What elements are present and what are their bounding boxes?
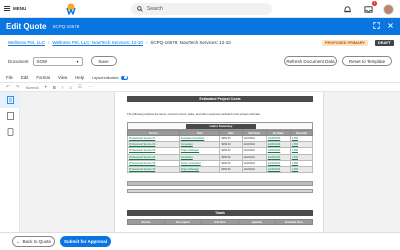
totals-header: Totals — [127, 210, 313, 216]
breadcrumb-current: SCPQ-10678: NowTech Services: 12-10 — [150, 40, 231, 45]
search-placeholder: Search — [147, 6, 163, 12]
table-row: Professional Service 06 Project Manager … — [127, 165, 314, 174]
editor-menubar: File Edit Format View Help Layout Indica… — [6, 75, 128, 80]
layout-toggle[interactable] — [120, 75, 128, 80]
column-header: Extended Price — [275, 219, 313, 225]
breadcrumb: Wellness Pet, LLC › Wellness Pet, LLC: N… — [8, 40, 231, 45]
bold-icon[interactable]: B — [53, 85, 56, 90]
page-header: Edit Quote SCPQ-10678 — [0, 18, 400, 35]
redo-icon[interactable]: ↷ — [16, 84, 20, 90]
quote-id: SCPQ-10678 — [52, 24, 80, 29]
chevron-down-icon: ▾ — [44, 84, 47, 89]
role-cell[interactable]: Project Manager — [178, 165, 221, 174]
inbox-badge: 1 — [372, 1, 377, 6]
document-select[interactable]: SOW ▾ — [32, 56, 83, 66]
intro-text: The following outlines the items, resour… — [127, 112, 261, 116]
menu-file[interactable]: File — [6, 75, 13, 80]
menu-format[interactable]: Format — [36, 75, 50, 80]
document-value: SOW — [36, 58, 48, 64]
save-button[interactable]: Save — [90, 56, 117, 66]
column-header: Unit Price — [201, 219, 239, 225]
estimated-costs-header: Estimated Project Costs — [127, 96, 313, 102]
hamburger-icon — [4, 6, 10, 11]
menu-button[interactable]: MENU — [4, 6, 26, 11]
attachment-icon — [7, 128, 13, 136]
document-row: Document SOW ▾ Save — [8, 56, 117, 66]
document-page[interactable]: Estimated Project Costs The following ou… — [114, 92, 324, 232]
avatar[interactable] — [383, 3, 394, 15]
left-rail — [0, 92, 20, 232]
status-badge-proposed: PROPOSED PRIMARY — [322, 40, 368, 46]
menu-edit[interactable]: Edit — [21, 75, 28, 80]
document-canvas: Estimated Project Costs The following ou… — [20, 92, 400, 232]
labor-summary-box: Labor Summary — [127, 122, 313, 130]
menu-help[interactable]: Help — [75, 75, 84, 80]
service-cell[interactable]: Professional Service 06 — [127, 165, 180, 174]
page-title: Edit Quote — [6, 22, 47, 31]
workday-logo-icon[interactable] — [66, 3, 76, 15]
document-label: Document — [8, 58, 29, 64]
rail-comments[interactable] — [0, 124, 20, 140]
refresh-document-button[interactable]: Refresh Document Data — [284, 56, 337, 66]
breadcrumb-separator: › — [47, 40, 50, 45]
status-badge-draft: DRAFT — [375, 40, 394, 46]
breadcrumb-opportunity[interactable]: Wellness Pet, LLC: NowTech Services: 12-… — [52, 40, 142, 45]
undo-icon[interactable]: ↶ — [6, 84, 10, 90]
labor-table: Service Role Rate Start Date End Date Ho… — [127, 130, 314, 174]
labor-summary-header: Labor Summary — [186, 124, 256, 129]
fullscreen-icon[interactable] — [373, 22, 380, 29]
column-header: Description — [164, 219, 202, 225]
search-icon — [137, 6, 143, 12]
notifications-icon[interactable] — [341, 3, 353, 15]
back-label: Back to Quote — [22, 239, 52, 244]
style-select[interactable]: Normal — [26, 85, 39, 90]
breadcrumb-account[interactable]: Wellness Pet, LLC — [8, 40, 45, 45]
menu-view[interactable]: View — [58, 75, 67, 80]
more-icon[interactable]: ⋯ — [88, 84, 93, 90]
column-header: Quantity — [238, 219, 276, 225]
start-date-cell: 12/2/2024 — [241, 165, 267, 174]
back-to-quote-button[interactable]: ← Back to Quote — [12, 236, 55, 247]
search-bar[interactable]: Search — [131, 3, 272, 15]
layout-indication-label: Layout Indication — [92, 75, 119, 80]
layout-indication[interactable]: Layout Indication — [92, 75, 128, 80]
hours-cell[interactable]: 1,560 — [289, 165, 314, 174]
rail-document[interactable] — [0, 92, 20, 108]
list-icon[interactable]: ☰ — [78, 84, 82, 90]
arrow-left-icon: ← — [15, 239, 21, 244]
editor-toolbar: ↶ ↷ Normal ▾ B I ≡ ☰ ⋯ — [0, 82, 400, 92]
submit-for-approval-button[interactable]: Submit for Approval — [60, 236, 111, 247]
totals-table: Service Description Unit Price Quantity … — [127, 219, 313, 225]
rate-cell: $150.00 — [219, 165, 243, 174]
rail-pages[interactable] — [0, 108, 20, 124]
breadcrumb-separator: › — [145, 40, 148, 45]
document-icon — [6, 96, 14, 104]
inbox-icon[interactable]: 1 — [362, 1, 377, 15]
chevron-down-icon: ▾ — [76, 58, 79, 64]
top-bar: MENU Search 1 — [0, 0, 400, 18]
table-footer-band — [127, 189, 313, 193]
close-icon[interactable] — [387, 22, 394, 29]
reset-template-button[interactable]: Reset to Template — [342, 56, 392, 66]
pages-icon — [6, 112, 14, 120]
end-date-cell[interactable]: 12/20/2024 — [265, 165, 291, 174]
align-icon[interactable]: ≡ — [69, 85, 72, 90]
italic-icon[interactable]: I — [62, 85, 63, 90]
table-footer-band — [127, 181, 313, 186]
bottom-action-bar: ← Back to Quote Submit for Approval — [0, 232, 400, 250]
column-header: Service — [127, 219, 165, 225]
menu-label: MENU — [13, 6, 27, 11]
